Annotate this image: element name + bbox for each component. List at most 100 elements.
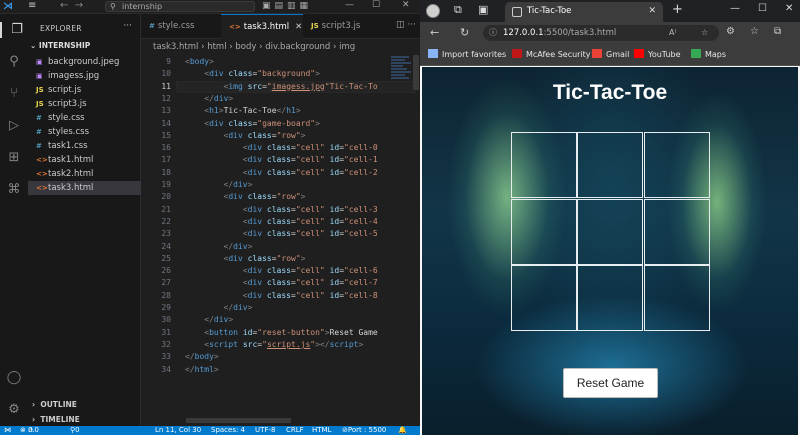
close-icon[interactable]: ✕ xyxy=(402,0,410,10)
board-cell[interactable] xyxy=(511,198,577,265)
file-item[interactable]: # task1.css xyxy=(28,139,141,153)
account-icon[interactable]: ◯ xyxy=(6,370,22,386)
css-icon: # xyxy=(36,142,42,150)
board-cell[interactable] xyxy=(511,265,577,332)
file-name: task1.html xyxy=(48,155,94,165)
language-mode[interactable]: HTML xyxy=(312,426,331,435)
line-number: 15 xyxy=(161,130,171,140)
minimap[interactable] xyxy=(391,55,413,100)
favorite-star-icon[interactable]: ☆ xyxy=(701,25,708,41)
command-search[interactable]: ⚲ internship xyxy=(105,1,255,12)
tab-script3-js[interactable]: JS script3.js xyxy=(303,14,383,39)
bookmark-item[interactable]: Maps xyxy=(691,49,726,59)
file-item[interactable]: # styles.css xyxy=(28,125,141,139)
bookmark-item[interactable]: McAfee Security xyxy=(512,49,591,59)
file-item[interactable]: JS script3.js xyxy=(28,97,141,111)
tab-style-css[interactable]: # style.css xyxy=(141,14,221,39)
tab-task3-html[interactable]: <> task3.html ✕ xyxy=(221,14,303,39)
css-icon: # xyxy=(36,114,42,122)
extensions-icon[interactable]: ⚙ xyxy=(726,26,735,37)
source-control-icon[interactable]: ⑂ xyxy=(6,86,22,102)
gear-icon[interactable]: ⚙ xyxy=(6,402,22,418)
code-line: <div class="cell" id="cell-2 xyxy=(242,167,378,177)
file-item[interactable]: <>task3.html xyxy=(28,181,141,195)
breadcrumb-item[interactable]: div.background xyxy=(265,42,330,52)
remote-icon[interactable]: ⋈ xyxy=(4,426,11,435)
maximize-icon[interactable]: ☐ xyxy=(372,0,380,10)
board-cell[interactable] xyxy=(577,265,644,332)
search-icon: ⚲ xyxy=(110,2,116,11)
extensions-icon[interactable]: ⊞ xyxy=(6,150,22,166)
read-aloud-icon[interactable]: A⁾ xyxy=(669,25,676,41)
notifications-icon[interactable]: 🔔 xyxy=(398,426,407,435)
minimize-icon[interactable]: — xyxy=(730,3,740,14)
breadcrumb-item[interactable]: body xyxy=(235,42,256,52)
code-area[interactable]: 9 <body> 10 <div class="background"> 11 <im… xyxy=(141,55,420,385)
run-debug-icon[interactable]: ▷ xyxy=(6,118,22,134)
horizontal-scrollbar[interactable] xyxy=(186,418,291,423)
new-tab-icon[interactable]: + xyxy=(672,2,683,17)
board-cell[interactable] xyxy=(643,265,710,332)
indentation[interactable]: Spaces: 4 xyxy=(211,426,245,435)
board-cell[interactable] xyxy=(577,198,644,265)
back-icon[interactable]: ← xyxy=(430,26,439,39)
timeline-section[interactable]: › TIMELINE xyxy=(32,415,80,424)
editor-actions-icon[interactable]: ◫ ··· xyxy=(396,20,416,30)
menu-icon[interactable]: ≡ xyxy=(28,0,36,11)
profile-avatar[interactable] xyxy=(426,4,440,18)
python-icon[interactable]: ⌘ xyxy=(6,182,22,198)
close-tab-icon[interactable]: ✕ xyxy=(648,2,656,21)
code-line: <div class="cell" id="cell-7 xyxy=(242,278,378,288)
board-cell[interactable] xyxy=(577,132,644,198)
close-window-icon[interactable]: ✕ xyxy=(785,3,793,14)
problems-indicator[interactable]: ⊗ 0 ⚠ 0 xyxy=(20,426,39,435)
search-icon[interactable]: ⚲ xyxy=(6,54,22,70)
file-item[interactable]: <>task1.html xyxy=(28,153,141,167)
code-line: <body> xyxy=(185,57,214,66)
end-of-line[interactable]: CRLF xyxy=(286,426,304,435)
address-bar[interactable]: ⓘ 127.0.0.1:5500/task3.html A⁾ ☆ xyxy=(483,25,719,41)
site-info-icon[interactable]: ⓘ xyxy=(489,25,497,41)
cursor-position[interactable]: Ln 11, Col 30 xyxy=(155,426,201,435)
reset-game-button[interactable]: Reset Game xyxy=(563,368,658,398)
tab-label: task3.html xyxy=(243,22,290,32)
bookmark-item[interactable]: Import favorites xyxy=(428,49,506,59)
file-item[interactable]: JS script.js xyxy=(28,83,141,97)
more-actions-icon[interactable]: ··· xyxy=(123,21,132,31)
file-item[interactable]: ▣ background.jpeg xyxy=(28,55,141,69)
bookmark-item[interactable]: Gmail xyxy=(592,49,629,59)
minimize-icon[interactable]: — xyxy=(345,0,354,10)
breadcrumb-item[interactable]: task3.html xyxy=(153,42,198,52)
line-number: 27 xyxy=(161,278,171,288)
vertical-scrollbar[interactable] xyxy=(413,55,419,90)
tab-actions-icon[interactable]: ▣ xyxy=(478,3,488,16)
workspace-folder[interactable]: ⌄ INTERNSHIP xyxy=(30,41,90,50)
nav-arrows-icon[interactable]: ← → xyxy=(60,0,83,11)
file-item[interactable]: ▣ imagess.jpg xyxy=(28,69,141,83)
outline-section[interactable]: › OUTLINE xyxy=(32,400,77,409)
explorer-icon[interactable]: ❐ xyxy=(0,22,28,38)
file-item[interactable]: # style.css xyxy=(28,111,141,125)
browser-tab-tic-tac-toe[interactable]: Tic-Tac-Toe ✕ xyxy=(505,2,663,22)
layout-toggles-icon[interactable]: ▣▤▥▦ xyxy=(262,1,312,11)
bookmark-item[interactable]: YouTube xyxy=(634,49,681,59)
board-cell[interactable] xyxy=(511,132,577,198)
refresh-icon[interactable]: ↻ xyxy=(460,26,469,39)
live-server-port[interactable]: ⊘ Port : 5500 xyxy=(342,426,386,435)
collections-icon[interactable]: ⧉ xyxy=(774,26,781,37)
breadcrumb-item[interactable]: html xyxy=(207,42,226,52)
workspaces-icon[interactable]: ⧉ xyxy=(454,3,462,17)
html-icon: <> xyxy=(36,170,48,178)
ports-indicator[interactable]: ⚲ 0 xyxy=(70,426,80,435)
breadcrumb-item[interactable]: img xyxy=(339,42,355,52)
board-cell[interactable] xyxy=(643,198,710,265)
maximize-icon[interactable]: ☐ xyxy=(758,3,767,14)
code-line: <div class="background"> xyxy=(204,69,320,79)
tab-close-icon[interactable]: ✕ xyxy=(295,22,302,32)
favorites-icon[interactable]: ☆ xyxy=(750,26,759,37)
breadcrumb: task3.html › html › body › div.backgroun… xyxy=(141,39,420,55)
board-cell[interactable] xyxy=(643,132,710,198)
vscode-window: ⋊ ≡ ← → ⚲ internship ▣▤▥▦ — ☐ ✕ ❐ ⚲ ⑂ ▷ … xyxy=(0,0,420,435)
file-item[interactable]: <>task2.html xyxy=(28,167,141,181)
encoding[interactable]: UTF-8 xyxy=(255,426,275,435)
